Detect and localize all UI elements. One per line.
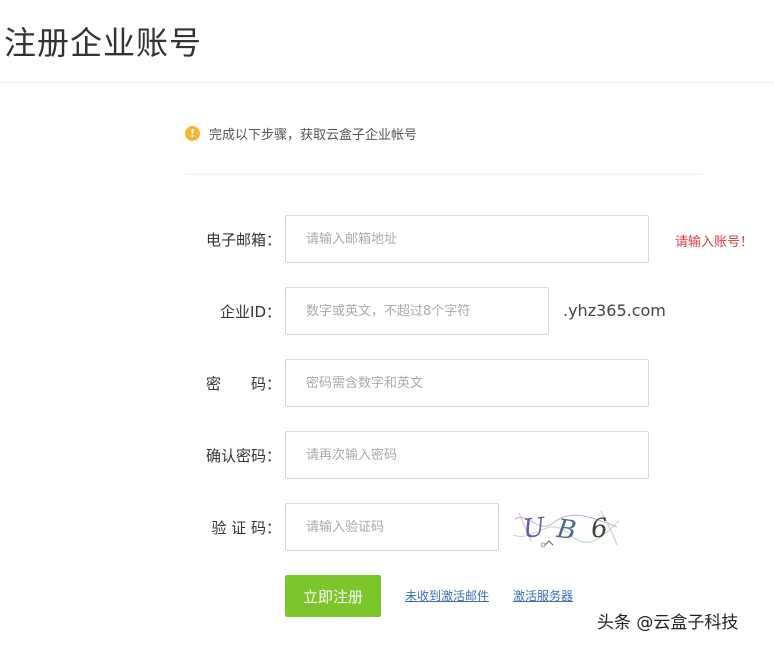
register-button[interactable]: 立即注册 [285, 575, 381, 617]
company-id-field[interactable] [285, 287, 549, 335]
captcha-glyph-3: 6 [590, 513, 609, 544]
captcha-label: 验 证 码： [211, 519, 281, 537]
password-field[interactable] [285, 359, 649, 407]
captcha-glyph-1: U [521, 513, 547, 545]
captcha-image[interactable]: U B 6 [512, 505, 620, 549]
email-field[interactable] [285, 215, 649, 263]
resend-activation-link[interactable]: 未收到激活邮件 [405, 587, 489, 604]
company-id-label: 企业ID： [220, 303, 281, 321]
notice-divider [185, 174, 703, 175]
password-label: 密 码： [205, 375, 281, 393]
email-error: 请输入账号！ [675, 235, 754, 250]
email-label: 电子邮箱： [205, 231, 281, 249]
notice-text: 完成以下步骤，获取云盒子企业帐号 [209, 127, 418, 143]
title-divider [0, 82, 774, 83]
domain-suffix: .yhz365.com [563, 301, 666, 320]
page-title: 注册企业账号 [4, 24, 203, 62]
watermark: 头条 @云盒子科技 [597, 613, 739, 633]
notice: ! 完成以下步骤，获取云盒子企业帐号 [185, 124, 418, 143]
captcha-glyph-2: B [554, 514, 578, 547]
confirm-password-field[interactable] [285, 431, 649, 479]
captcha-field[interactable] [285, 503, 499, 551]
warning-icon: ! [185, 125, 200, 141]
activate-server-link[interactable]: 激活服务器 [513, 587, 573, 604]
confirm-password-label: 确认密码： [205, 447, 281, 465]
